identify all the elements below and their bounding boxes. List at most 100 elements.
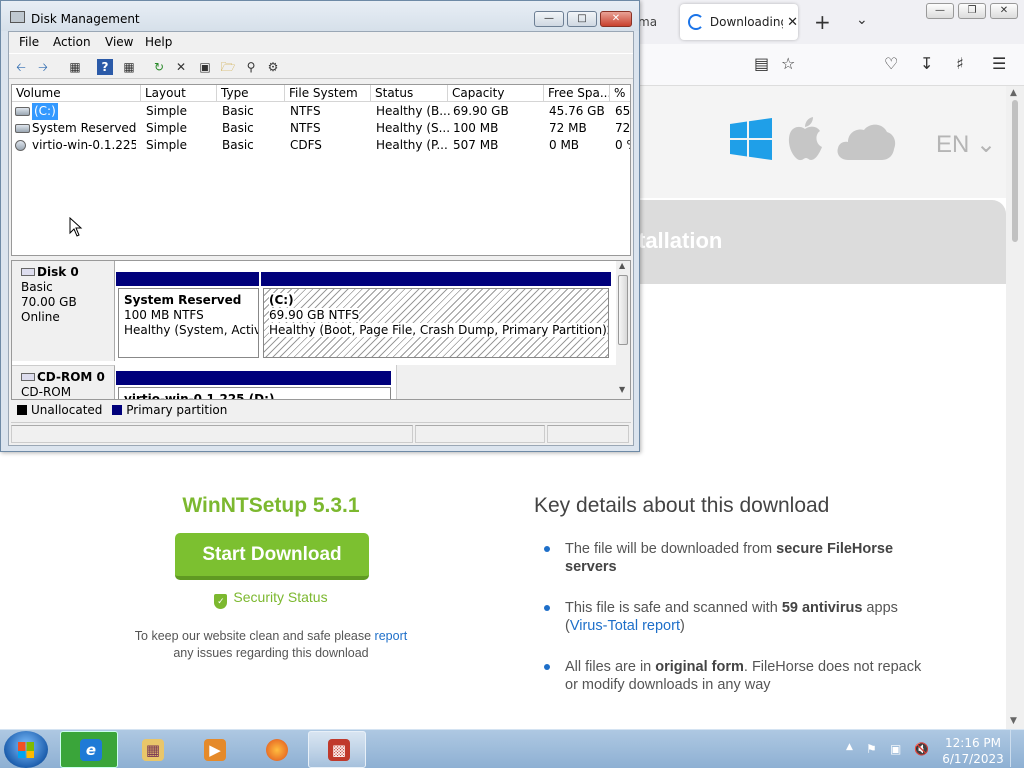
network-icon[interactable]: ▣ bbox=[890, 742, 901, 756]
bullet-icon bbox=[544, 546, 550, 552]
table-row[interactable]: System Reserved Simple Basic NTFS Health… bbox=[12, 120, 630, 137]
menu-help[interactable]: Help bbox=[145, 35, 172, 49]
app-name: WinNTSetup 5.3.1 bbox=[182, 494, 360, 517]
disk-management-icon bbox=[10, 11, 25, 23]
scroll-up-icon[interactable]: ▲ bbox=[619, 261, 625, 270]
firefox-icon bbox=[266, 739, 288, 761]
refresh-icon[interactable]: ↻ bbox=[151, 59, 167, 75]
minimize-button[interactable]: — bbox=[534, 11, 564, 27]
taskbar-ie[interactable]: e bbox=[60, 731, 118, 768]
settings-icon[interactable]: ⚙ bbox=[265, 59, 281, 75]
maximize-button[interactable]: □ bbox=[567, 11, 597, 27]
tab-title: Downloading bbox=[709, 15, 784, 29]
menu-action[interactable]: Action bbox=[53, 35, 91, 49]
apple-icon[interactable] bbox=[786, 116, 824, 162]
legend: Unallocated Primary partition bbox=[11, 401, 631, 419]
clock[interactable]: 12:16 PM 6/17/2023 bbox=[940, 735, 1006, 767]
key3-text: All files are in bbox=[565, 659, 656, 675]
menu-file[interactable]: File bbox=[19, 35, 39, 49]
close-button[interactable]: ✕ bbox=[600, 11, 632, 27]
taskbar-media-player[interactable]: ▶ bbox=[184, 731, 242, 768]
firefox-maximize-button[interactable]: ❐ bbox=[958, 3, 986, 19]
list-all-tabs-button[interactable]: ⌄ bbox=[856, 12, 868, 28]
security-status-link[interactable]: ✓ Security Status bbox=[160, 589, 382, 609]
downloads-icon[interactable]: ↧ bbox=[920, 54, 933, 73]
action-center-flag-icon[interactable]: ⚑ bbox=[866, 742, 877, 756]
bookmark-star-icon[interactable]: ☆ bbox=[781, 54, 795, 73]
partition-cdrom[interactable]: virtio-win-0.1.225 (D:) bbox=[118, 387, 391, 399]
scroll-up-icon[interactable]: ▲ bbox=[1010, 88, 1017, 98]
app-menu-icon[interactable]: ☰ bbox=[992, 54, 1006, 73]
pocket-icon[interactable]: ♡ bbox=[884, 54, 898, 73]
column-capacity[interactable]: Capacity bbox=[448, 85, 544, 102]
drive-icon bbox=[15, 124, 30, 133]
extensions-icon[interactable]: ♯ bbox=[956, 54, 964, 73]
taskbar-firefox[interactable] bbox=[246, 731, 304, 768]
column-layout[interactable]: Layout bbox=[141, 85, 217, 102]
properties-icon[interactable]: ▣ bbox=[197, 59, 213, 75]
show-hidden-icons[interactable]: ▲ bbox=[846, 742, 853, 752]
table-row[interactable]: (C:) Simple Basic NTFS Healthy (B... 69.… bbox=[12, 103, 630, 120]
volume-free: 72 MB bbox=[549, 121, 587, 135]
hard-disk-icon bbox=[21, 268, 35, 276]
start-download-button[interactable]: Start Download bbox=[175, 533, 369, 580]
report-suffix: any issues regarding this download bbox=[173, 646, 369, 660]
disk0-name: Disk 0 bbox=[37, 265, 79, 279]
firefox-close-button[interactable]: ✕ bbox=[990, 3, 1018, 19]
column-status[interactable]: Status bbox=[371, 85, 448, 102]
column-file-system[interactable]: File System bbox=[285, 85, 371, 102]
open-folder-icon[interactable]: 🗁 bbox=[220, 59, 236, 75]
start-button[interactable] bbox=[4, 731, 48, 768]
volume-list: Volume Layout Type File System Status Ca… bbox=[11, 84, 631, 256]
column-free-space[interactable]: Free Spa... bbox=[544, 85, 610, 102]
column-type[interactable]: Type bbox=[217, 85, 285, 102]
forward-icon[interactable]: 🡢 bbox=[35, 59, 51, 75]
disk-view-scrollbar[interactable]: ▲ ▼ bbox=[616, 261, 630, 399]
cdrom-empty-space bbox=[396, 365, 630, 399]
cloud-icon[interactable] bbox=[836, 122, 896, 160]
cdrom0-label[interactable]: CD-ROM 0 CD-ROM bbox=[12, 365, 115, 399]
tab-downloading[interactable]: Downloading ✕ bbox=[680, 4, 798, 40]
scroll-down-icon[interactable]: ▼ bbox=[619, 385, 625, 394]
show-desktop-button[interactable] bbox=[1010, 730, 1024, 767]
volume-status: Healthy (B... bbox=[376, 104, 451, 118]
volume-name: (C:) bbox=[32, 103, 58, 120]
search-icon[interactable]: ⚲ bbox=[243, 59, 259, 75]
language-selector[interactable]: EN ⌄ bbox=[936, 130, 996, 159]
window-titlebar[interactable]: Disk Management — □ ✕ bbox=[1, 1, 639, 31]
partition-system-reserved[interactable]: System Reserved 100 MB NTFS Healthy (Sys… bbox=[118, 288, 259, 358]
taskbar-disk-management[interactable]: ▩ bbox=[308, 731, 366, 768]
key1-text: The file will be downloaded from bbox=[565, 541, 777, 557]
firefox-minimize-button[interactable]: — bbox=[926, 3, 954, 19]
scrollbar-thumb[interactable] bbox=[618, 275, 628, 345]
page-scrollbar[interactable]: ▲ ▼ bbox=[1006, 86, 1024, 730]
taskbar-explorer[interactable]: ▦ bbox=[122, 731, 180, 768]
report-link[interactable]: report bbox=[375, 629, 408, 643]
windows-icon[interactable] bbox=[730, 118, 772, 160]
volume-status: Healthy (S... bbox=[376, 121, 451, 135]
status-pane bbox=[547, 425, 629, 443]
console-tree-icon[interactable]: ▦ bbox=[67, 59, 83, 75]
column-percent-free[interactable]: % F bbox=[610, 85, 630, 102]
column-volume[interactable]: Volume bbox=[12, 85, 141, 102]
volume-muted-icon[interactable]: 🔇 bbox=[914, 742, 929, 756]
table-row[interactable]: virtio-win-0.1.225 ... Simple Basic CDFS… bbox=[12, 137, 630, 154]
virus-total-link[interactable]: Virus-Total report bbox=[570, 618, 680, 634]
properties-list-icon[interactable]: ▦ bbox=[121, 59, 137, 75]
scroll-down-icon[interactable]: ▼ bbox=[1010, 716, 1017, 726]
media-player-icon: ▶ bbox=[204, 739, 226, 761]
tab-close-icon[interactable]: ✕ bbox=[787, 15, 798, 30]
key-detail-item: This file is safe and scanned with 59 an… bbox=[544, 599, 924, 635]
volume-type: Basic bbox=[222, 121, 254, 135]
disk0-label[interactable]: Disk 0 Basic 70.00 GB Online bbox=[12, 261, 115, 361]
new-tab-button[interactable]: + bbox=[814, 10, 831, 34]
reader-view-icon[interactable]: ▤ bbox=[754, 54, 769, 73]
tab-inactive[interactable]: ma bbox=[638, 8, 676, 36]
back-icon[interactable]: 🡠 bbox=[13, 59, 29, 75]
delete-icon[interactable]: ✕ bbox=[173, 59, 189, 75]
scrollbar-thumb[interactable] bbox=[1012, 100, 1018, 242]
report-notice: To keep our website clean and safe pleas… bbox=[120, 628, 422, 662]
menu-view[interactable]: View bbox=[105, 35, 133, 49]
help-icon[interactable]: ? bbox=[97, 59, 113, 75]
partition-c[interactable]: (C:) 69.90 GB NTFS Healthy (Boot, Page F… bbox=[263, 288, 609, 358]
